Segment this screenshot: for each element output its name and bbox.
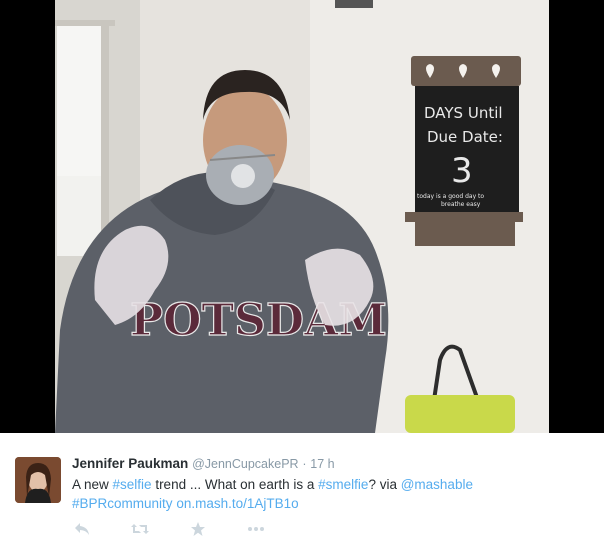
reply-button[interactable] — [72, 519, 92, 539]
photo-image: DAYS Until Due Date: 3 today is a good d… — [55, 0, 549, 433]
tweet-text: A new #selfie trend ... What on earth is… — [72, 475, 592, 513]
tweet-actions — [72, 519, 266, 539]
photo-frame: DAYS Until Due Date: 3 today is a good d… — [0, 0, 604, 433]
hashtag-selfie[interactable]: #selfie — [113, 477, 152, 492]
user-handle[interactable]: @JennCupcakePR — [192, 457, 299, 471]
chalk-note-2: breathe easy — [441, 201, 481, 208]
tweet-text-segment: ? via — [368, 477, 401, 492]
chalk-number: 3 — [451, 151, 473, 191]
retweet-button[interactable] — [130, 519, 150, 539]
more-button[interactable] — [246, 519, 266, 539]
short-link[interactable]: on.mash.to/1AjTB1o — [176, 496, 298, 511]
favorite-button[interactable] — [188, 519, 208, 539]
avatar-image — [15, 457, 61, 503]
chalk-line-2: Due Date: — [427, 128, 503, 146]
favorite-icon — [191, 522, 205, 536]
user-fullname[interactable]: Jennifer Paukman — [72, 456, 188, 471]
more-icon — [248, 527, 264, 531]
chalkboard: DAYS Until Due Date: 3 today is a good d… — [405, 56, 523, 246]
separator-dot: · — [302, 457, 307, 471]
hashtag-smelfie[interactable]: #smelfie — [318, 477, 368, 492]
tweet-text-segment: trend ... What on earth is a — [151, 477, 319, 492]
chalk-note-1: today is a good day to — [417, 193, 484, 200]
tweet-text-segment: A new — [72, 477, 113, 492]
mention-mashable[interactable]: @mashable — [401, 477, 473, 492]
avatar[interactable] — [15, 457, 61, 503]
retweet-icon — [131, 524, 149, 534]
tweet-timestamp[interactable]: 17 h — [310, 457, 334, 471]
hashtag-bprcommunity[interactable]: #BPRcommunity — [72, 496, 173, 511]
tweet-photo[interactable]: DAYS Until Due Date: 3 today is a good d… — [55, 0, 549, 433]
tweet-header: Jennifer Paukman @JennCupcakePR · 17 h — [72, 456, 335, 471]
tweet: Jennifer Paukman @JennCupcakePR · 17 h A… — [0, 433, 604, 555]
chalk-line-1: DAYS Until — [424, 104, 503, 122]
reply-icon — [75, 523, 89, 535]
